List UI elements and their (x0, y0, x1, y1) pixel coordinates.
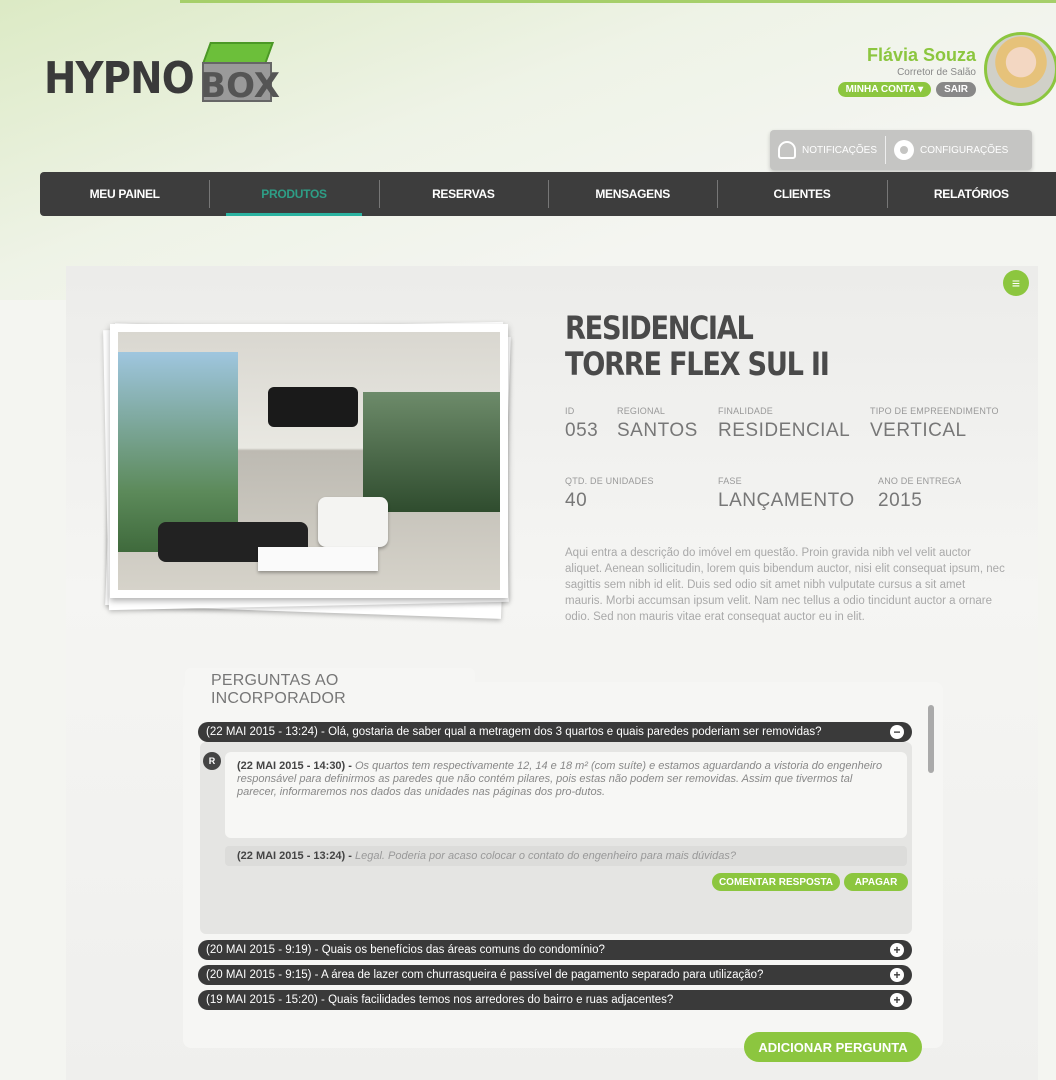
title-line-2: TORRE FLEX SUL II (565, 345, 830, 383)
settings-label: CONFIGURAÇÕES (920, 144, 1009, 156)
field-value-regional: SANTOS (617, 420, 698, 441)
question-text: (22 MAI 2015 - 13:24) - Olá, gostaria de… (206, 726, 822, 738)
product-photo[interactable] (103, 320, 516, 619)
logo[interactable]: HYPNO BOX (44, 42, 292, 108)
field-label-ano: ANO DE ENTREGA (878, 476, 962, 486)
collapse-minus-icon[interactable]: − (890, 725, 904, 739)
field-value-qtd: 40 (565, 490, 588, 511)
list-options-icon[interactable]: ≡ (1003, 270, 1029, 296)
product-description: Aqui entra a descrição do imóvel em ques… (565, 547, 1005, 623)
title-line-1: RESIDENCIAL (565, 309, 754, 347)
question-row-open[interactable]: (22 MAI 2015 - 13:24) - Olá, gostaria de… (198, 722, 912, 742)
questions-section-title: PERGUNTAS AO INCORPORADOR (185, 668, 475, 707)
gear-icon (894, 140, 915, 160)
reply-row: (22 MAI 2015 - 13:24) - Legal. Poderia p… (225, 846, 907, 866)
notifications-button[interactable]: NOTIFICAÇÕES (770, 141, 885, 159)
expand-plus-icon[interactable]: + (890, 968, 904, 982)
question-text: (19 MAI 2015 - 15:20) - Quais facilidade… (206, 994, 674, 1006)
product-title: RESIDENCIAL TORRE FLEX SUL II (565, 309, 830, 383)
user-role: Corretor de Salão (897, 67, 976, 78)
field-value-id: 053 (565, 420, 599, 441)
reply-text: Legal. Poderia por acaso colocar o conta… (355, 850, 736, 862)
nav-item-meu-painel[interactable]: MEU PAINEL (40, 172, 209, 216)
reply-meta: (22 MAI 2015 - 13:24) - (237, 850, 355, 862)
field-label-finalidade: FINALIDADE (718, 406, 774, 416)
question-row[interactable]: (20 MAI 2015 - 9:15) - A área de lazer c… (198, 965, 912, 985)
notifications-label: NOTIFICAÇÕES (802, 144, 878, 156)
field-value-finalidade: RESIDENCIAL (718, 420, 851, 441)
field-label-tipo: TIPO DE EMPREENDIMENTO (870, 406, 999, 416)
expand-plus-icon[interactable]: + (890, 993, 904, 1007)
comment-answer-button[interactable]: COMENTAR RESPOSTA (712, 873, 840, 891)
field-value-fase: LANÇAMENTO (718, 490, 855, 511)
nav-item-relatorios[interactable]: RELATÓRIOS (886, 172, 1056, 216)
avatar[interactable] (984, 32, 1056, 106)
field-value-ano: 2015 (878, 490, 923, 511)
my-account-button[interactable]: MINHA CONTA ▾ (837, 82, 932, 97)
logo-text: HYPNO (44, 52, 195, 104)
field-value-tipo: VERTICAL (870, 420, 967, 441)
nav-item-produtos[interactable]: PRODUTOS (209, 172, 378, 216)
header-accent-line (180, 0, 1056, 3)
nav-item-clientes[interactable]: CLIENTES (717, 172, 886, 216)
nav-item-mensagens[interactable]: MENSAGENS (547, 172, 717, 216)
field-label-regional: REGIONAL (617, 406, 666, 416)
user-name: Flávia Souza (866, 45, 976, 65)
question-row[interactable]: (19 MAI 2015 - 15:20) - Quais facilidade… (198, 990, 912, 1010)
expand-plus-icon[interactable]: + (890, 943, 904, 957)
question-text: (20 MAI 2015 - 9:15) - A área de lazer c… (206, 969, 764, 981)
settings-button[interactable]: CONFIGURAÇÕES (886, 140, 1016, 160)
user-info: Flávia Souza Corretor de Salão MINHA CON… (837, 45, 976, 97)
nav-item-reservas[interactable]: RESERVAS (378, 172, 548, 216)
question-row[interactable]: (20 MAI 2015 - 9:19) - Quais os benefíci… (198, 940, 912, 960)
answer-badge: R (203, 752, 221, 770)
field-label-id: ID (565, 406, 575, 416)
logout-button[interactable]: SAIR (936, 82, 976, 97)
box-logo-icon: BOX (192, 42, 292, 108)
delete-button[interactable]: APAGAR (844, 873, 908, 891)
field-label-qtd: QTD. DE UNIDADES (565, 476, 654, 486)
utility-bar: NOTIFICAÇÕES CONFIGURAÇÕES (770, 130, 1032, 170)
logo-box-text: BOX (200, 66, 280, 106)
living-room-image (118, 332, 500, 590)
field-label-fase: FASE (718, 476, 742, 486)
bell-icon (778, 141, 796, 159)
answer-meta: (22 MAI 2015 - 14:30) - (237, 760, 355, 772)
questions-scrollbar[interactable] (928, 705, 934, 773)
answer-card: (22 MAI 2015 - 14:30) - Os quartos tem r… (225, 752, 907, 838)
question-text: (20 MAI 2015 - 9:19) - Quais os benefíci… (206, 944, 605, 956)
main-nav: MEU PAINEL PRODUTOS RESERVAS MENSAGENS C… (40, 172, 1056, 216)
add-question-button[interactable]: ADICIONAR PERGUNTA (744, 1032, 922, 1062)
